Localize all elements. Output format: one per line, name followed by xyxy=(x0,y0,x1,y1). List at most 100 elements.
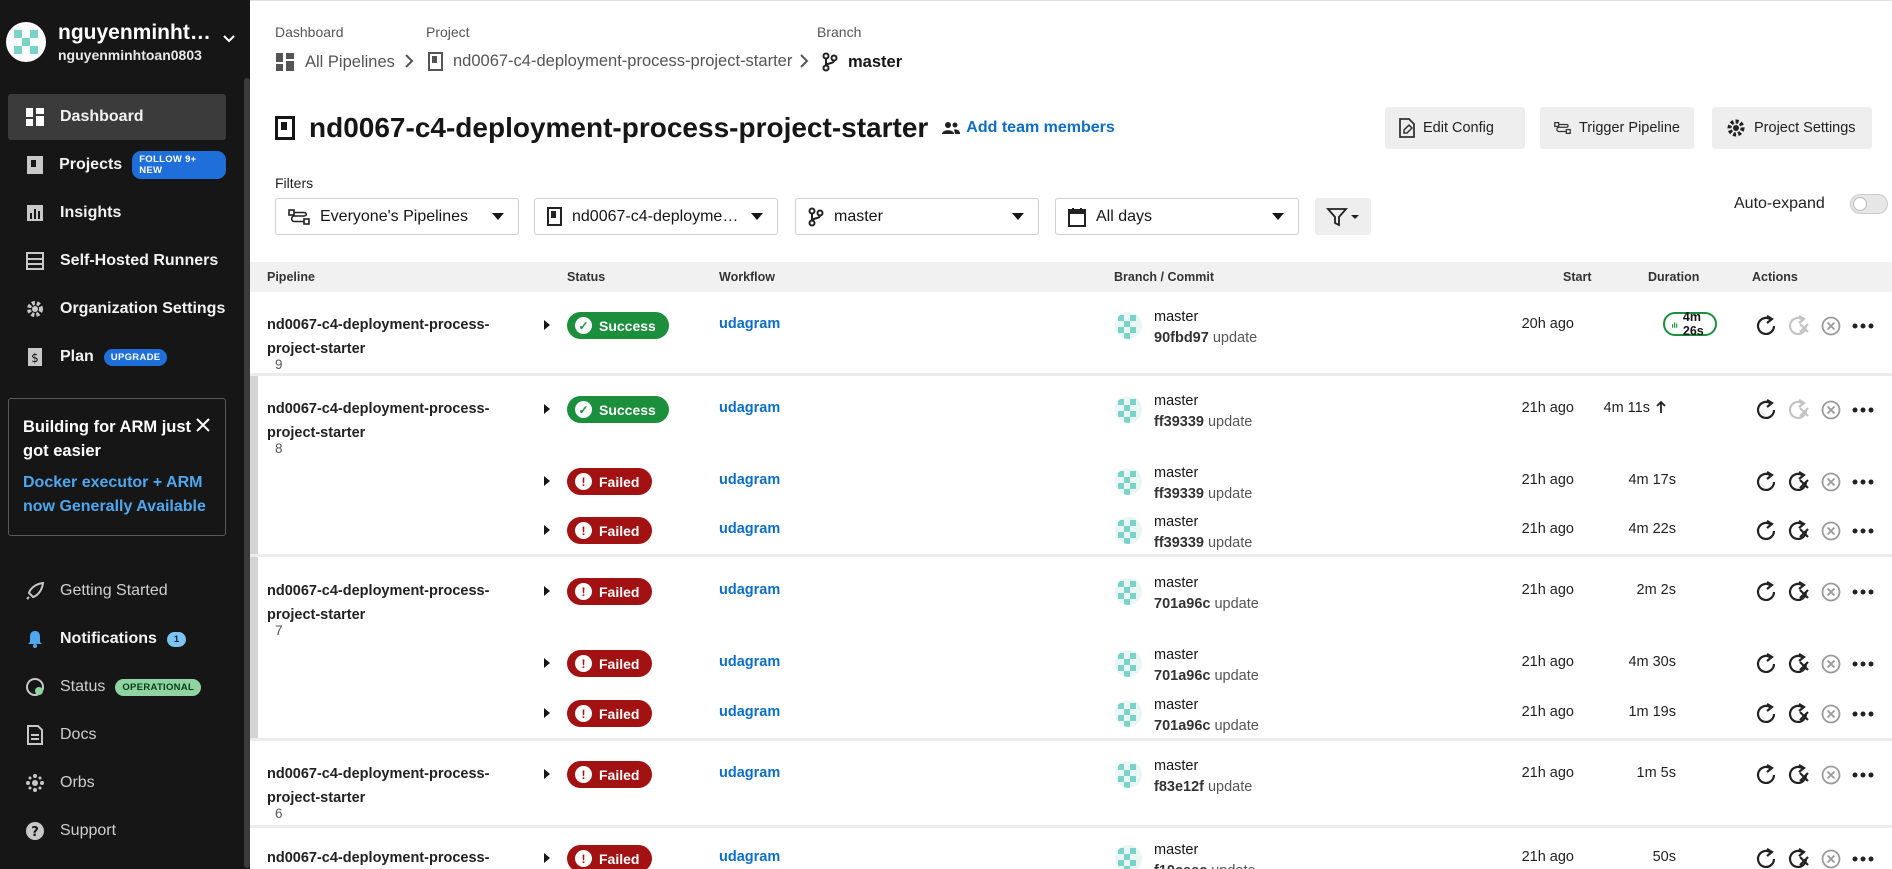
pipeline-name[interactable]: nd0067-c4-deployment-process-project-sta… xyxy=(267,397,497,445)
rerun-failed-icon[interactable] xyxy=(1787,652,1811,676)
cancel-icon[interactable] xyxy=(1819,519,1843,543)
commit-hash[interactable]: 90fbd97 xyxy=(1154,330,1209,346)
branch-name[interactable]: master xyxy=(1154,647,1198,663)
branch-name[interactable]: master xyxy=(1154,309,1198,325)
status-badge[interactable]: ! Failed xyxy=(567,650,653,677)
branch-name[interactable]: master xyxy=(1154,842,1198,858)
expand-row-icon[interactable] xyxy=(544,586,550,596)
workflow-link[interactable]: udagram xyxy=(719,765,780,781)
more-options-icon[interactable] xyxy=(1851,314,1875,338)
workflow-link[interactable]: udagram xyxy=(719,472,780,488)
rerun-icon[interactable] xyxy=(1755,847,1779,869)
branch-name[interactable]: master xyxy=(1154,465,1198,481)
cancel-icon[interactable] xyxy=(1819,398,1843,422)
pipeline-name[interactable]: nd0067-c4-deployment-process-project-sta… xyxy=(267,846,497,869)
branch-name[interactable]: master xyxy=(1154,575,1198,591)
commit-info[interactable]: f83e12f update xyxy=(1154,779,1252,795)
rerun-icon[interactable] xyxy=(1755,314,1779,338)
cancel-icon[interactable] xyxy=(1819,580,1843,604)
duration-badge[interactable]: 4m 26s xyxy=(1663,310,1717,338)
cancel-icon[interactable] xyxy=(1819,470,1843,494)
days-filter-select[interactable]: All days xyxy=(1055,198,1299,235)
rerun-failed-icon[interactable] xyxy=(1787,314,1811,338)
workflow-link[interactable]: udagram xyxy=(719,521,780,537)
status-badge[interactable]: ! Failed xyxy=(567,845,653,869)
rerun-failed-icon[interactable] xyxy=(1787,519,1811,543)
chevron-down-icon[interactable] xyxy=(222,32,236,46)
rerun-icon[interactable] xyxy=(1755,652,1779,676)
rerun-icon[interactable] xyxy=(1755,519,1779,543)
commit-hash[interactable]: f10ceec xyxy=(1154,863,1207,869)
branch-name[interactable]: master xyxy=(1154,697,1198,713)
status-badge[interactable]: ✓ Success xyxy=(567,396,669,423)
sidebar-item-plan[interactable]: $ Plan UPGRADE xyxy=(8,334,226,380)
status-badge[interactable]: ✓ Success xyxy=(567,312,669,339)
advanced-filter-button[interactable] xyxy=(1315,198,1371,235)
workflow-link[interactable]: udagram xyxy=(719,400,780,416)
expand-row-icon[interactable] xyxy=(544,853,550,863)
upgrade-badge[interactable]: UPGRADE xyxy=(103,348,168,366)
pipeline-name[interactable]: nd0067-c4-deployment-process-project-sta… xyxy=(267,762,497,810)
expand-row-icon[interactable] xyxy=(544,708,550,718)
rerun-icon[interactable] xyxy=(1755,702,1779,726)
commit-info[interactable]: f10ceec update xyxy=(1154,863,1256,869)
status-badge[interactable]: ! Failed xyxy=(567,517,653,544)
pipeline-number[interactable]: 7 xyxy=(275,623,283,638)
more-options-icon[interactable] xyxy=(1851,702,1875,726)
cancel-icon[interactable] xyxy=(1819,652,1843,676)
sidebar-item-support[interactable]: ? Support xyxy=(8,808,226,854)
rerun-failed-icon[interactable] xyxy=(1787,580,1811,604)
sidebar-item-notifications[interactable]: Notifications 1 xyxy=(8,616,226,662)
branch-filter-select[interactable]: master xyxy=(795,198,1039,235)
rerun-icon[interactable] xyxy=(1755,763,1779,787)
commit-info[interactable]: 701a96c update xyxy=(1154,668,1259,684)
rerun-icon[interactable] xyxy=(1755,580,1779,604)
status-badge[interactable]: ! Failed xyxy=(567,700,653,727)
rerun-failed-icon[interactable] xyxy=(1787,398,1811,422)
sidebar-item-projects[interactable]: Projects FOLLOW 9+ NEW xyxy=(8,142,226,188)
add-team-members-link[interactable]: Add team members xyxy=(942,119,1115,137)
trigger-pipeline-button[interactable]: Trigger Pipeline xyxy=(1540,107,1694,149)
commit-hash[interactable]: ff39339 xyxy=(1154,535,1204,551)
branch-name[interactable]: master xyxy=(1154,758,1198,774)
more-options-icon[interactable] xyxy=(1851,398,1875,422)
commit-info[interactable]: 701a96c update xyxy=(1154,718,1259,734)
commit-hash[interactable]: ff39339 xyxy=(1154,486,1204,502)
workflow-link[interactable]: udagram xyxy=(719,316,780,332)
edit-config-button[interactable]: Edit Config xyxy=(1385,107,1525,149)
workflow-link[interactable]: udagram xyxy=(719,849,780,865)
breadcrumb-all-pipelines[interactable]: All Pipelines xyxy=(275,52,395,72)
sidebar-item-runners[interactable]: Self-Hosted Runners xyxy=(8,238,226,284)
status-badge[interactable]: ! Failed xyxy=(567,761,653,788)
sidebar-item-insights[interactable]: Insights xyxy=(8,190,226,236)
sidebar-item-getting-started[interactable]: Getting Started xyxy=(8,568,226,614)
commit-hash[interactable]: ff39339 xyxy=(1154,414,1204,430)
commit-hash[interactable]: 701a96c xyxy=(1154,718,1210,734)
status-badge[interactable]: ! Failed xyxy=(567,578,653,605)
rerun-failed-icon[interactable] xyxy=(1787,470,1811,494)
pipeline-name[interactable]: nd0067-c4-deployment-process-project-sta… xyxy=(267,313,497,361)
branch-name[interactable]: master xyxy=(1154,393,1198,409)
follow-badge[interactable]: FOLLOW 9+ NEW xyxy=(132,151,226,179)
pipeline-number[interactable]: 8 xyxy=(275,441,283,456)
org-switcher[interactable]: nguyenminhto... nguyenminhtoan0803 xyxy=(6,12,244,72)
breadcrumb-project[interactable]: nd0067-c4-deployment-process-project-sta… xyxy=(428,52,792,71)
cancel-icon[interactable] xyxy=(1819,847,1843,869)
sidebar-item-status[interactable]: Status OPERATIONAL xyxy=(8,664,226,710)
sidebar-item-docs[interactable]: Docs xyxy=(8,712,226,758)
project-filter-select[interactable]: nd0067-c4-deploymen... xyxy=(534,198,778,235)
commit-hash[interactable]: f83e12f xyxy=(1154,779,1204,795)
rerun-failed-icon[interactable] xyxy=(1787,763,1811,787)
sidebar-item-orbs[interactable]: Orbs xyxy=(8,760,226,806)
commit-info[interactable]: 90fbd97 update xyxy=(1154,330,1257,346)
more-options-icon[interactable] xyxy=(1851,470,1875,494)
status-badge[interactable]: ! Failed xyxy=(567,468,653,495)
close-icon[interactable] xyxy=(195,417,211,433)
expand-row-icon[interactable] xyxy=(544,404,550,414)
cancel-icon[interactable] xyxy=(1819,314,1843,338)
more-options-icon[interactable] xyxy=(1851,652,1875,676)
sidebar-item-dashboard[interactable]: Dashboard xyxy=(8,94,226,140)
sidebar-item-org-settings[interactable]: Organization Settings xyxy=(8,286,226,332)
pipeline-number[interactable]: 6 xyxy=(275,806,283,821)
commit-info[interactable]: 701a96c update xyxy=(1154,596,1259,612)
